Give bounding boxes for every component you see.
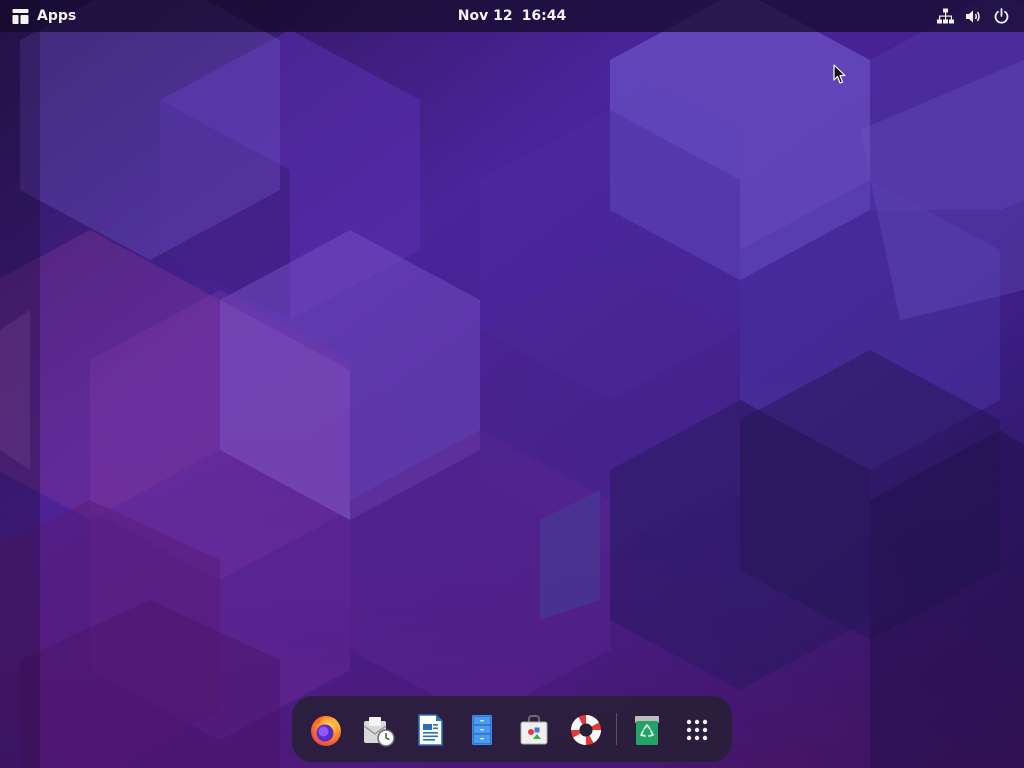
show-apps-button[interactable] (675, 708, 719, 752)
activities-label: Apps (37, 8, 77, 24)
power-icon (994, 7, 1009, 23)
activities-icon (12, 8, 29, 24)
network-wired-icon (937, 8, 954, 23)
volume-icon (966, 10, 980, 22)
dock-separator (616, 713, 617, 745)
dock-app-firefox[interactable] (304, 708, 348, 752)
clock-button[interactable]: Nov 12 16:44 (455, 3, 569, 29)
dock-app-trash[interactable] (625, 708, 669, 752)
system-status-menu[interactable] (931, 3, 1016, 29)
dash-dock (292, 696, 732, 762)
software-bag-icon (520, 715, 548, 745)
mail-clock-icon (363, 717, 395, 747)
dock-app-files[interactable] (460, 708, 504, 752)
file-cabinet-icon (472, 715, 492, 745)
top-bar: Apps Nov 12 16:44 (0, 0, 1024, 32)
trash-icon (635, 716, 659, 745)
desktop-wallpaper (0, 0, 1024, 768)
lifebuoy-icon (571, 715, 601, 745)
dock-app-help[interactable] (564, 708, 608, 752)
desktop[interactable]: Apps Nov 12 16:44 (0, 0, 1024, 768)
dock-app-libreoffice-writer[interactable] (408, 708, 452, 752)
clock-time: 16:44 (521, 8, 567, 24)
writer-document-icon (418, 714, 443, 746)
mouse-pointer-icon (833, 64, 846, 84)
clock-date: Nov 12 (457, 8, 513, 24)
firefox-icon (311, 716, 341, 746)
activities-button[interactable]: Apps (6, 3, 82, 29)
dock-app-software[interactable] (512, 708, 556, 752)
app-grid-icon (686, 719, 708, 741)
dock-app-evolution[interactable] (356, 708, 400, 752)
